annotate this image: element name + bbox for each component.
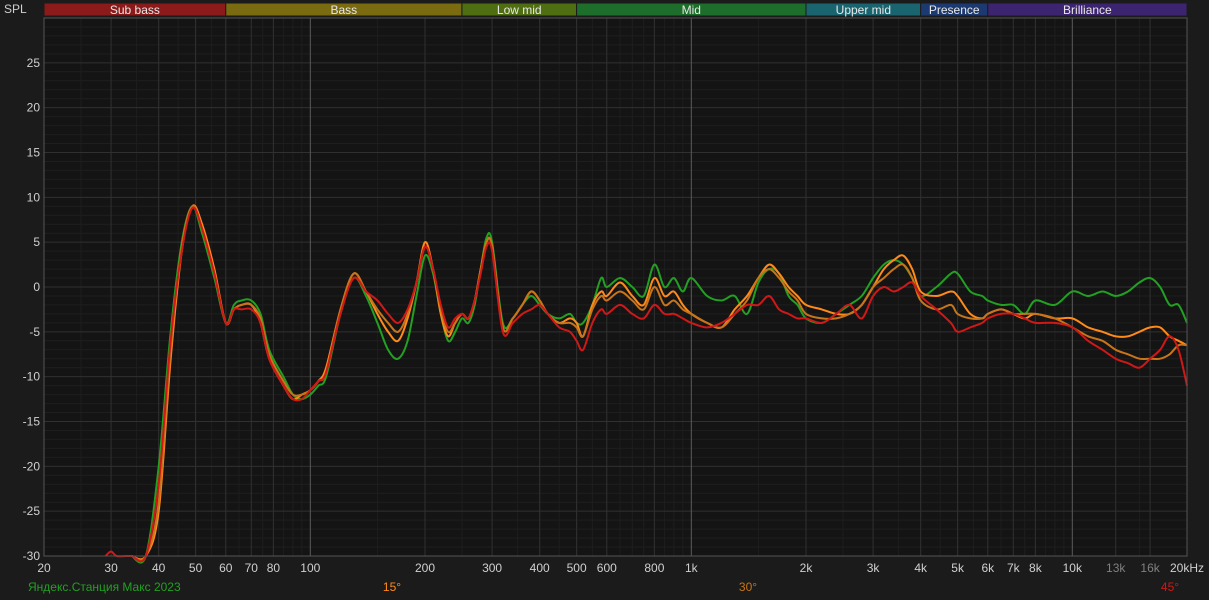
y-tick-label: 20 (27, 101, 41, 115)
x-tick-label: 500 (567, 561, 587, 575)
legend-entry: 30° (739, 580, 757, 594)
x-tick-label: 600 (597, 561, 617, 575)
frequency-response-chart: Sub bass Bass Low mid Mid Upper mid Presence B… (0, 0, 1209, 600)
x-tick-label: 80 (267, 561, 281, 575)
y-tick-label: 15 (27, 146, 41, 160)
x-tick-label: 20 (37, 561, 51, 575)
x-tick-label: 20kHz (1170, 561, 1204, 575)
y-tick-label: -10 (23, 370, 41, 384)
x-tick-label: 1k (685, 561, 699, 575)
x-tick-label: 30 (104, 561, 118, 575)
band-label: Sub bass (110, 3, 160, 17)
x-tick-label: 300 (482, 561, 502, 575)
x-tick-label: 5k (951, 561, 965, 575)
x-tick-label: 16k (1140, 561, 1160, 575)
frequency-bands: Sub bass Bass Low mid Mid Upper mid Presence B… (43, 2, 1188, 17)
legend-entry: Яндекс.Станция Макс 2023 (28, 580, 181, 594)
x-tick-label: 100 (300, 561, 320, 575)
x-tick-label: 2k (800, 561, 814, 575)
y-tick-label: 0 (33, 280, 40, 294)
legend-entry: 15° (383, 580, 401, 594)
x-tick-label: 800 (644, 561, 664, 575)
y-tick-label: -5 (29, 325, 40, 339)
x-tick-label: 400 (530, 561, 550, 575)
y-tick-label: 10 (27, 190, 41, 204)
y-tick-label: 25 (27, 56, 41, 70)
band-label: Upper mid (836, 3, 891, 17)
band-label: Brilliance (1063, 3, 1112, 17)
y-tick-label: -20 (23, 459, 41, 473)
x-tick-label: 10k (1063, 561, 1083, 575)
x-tick-label: 200 (415, 561, 435, 575)
x-tick-label: 40 (152, 561, 166, 575)
band-label: Mid (682, 3, 701, 17)
x-tick-label: 50 (189, 561, 203, 575)
y-axis-label: SPL (4, 2, 27, 16)
x-tick-label: 8k (1029, 561, 1043, 575)
legend-entry: 45° (1161, 580, 1179, 594)
x-tick-label: 70 (245, 561, 259, 575)
y-tick-label: -15 (23, 415, 41, 429)
x-tick-label: 13k (1106, 561, 1126, 575)
x-tick-label: 3k (867, 561, 881, 575)
x-tick-label: 6k (981, 561, 995, 575)
band-label: Presence (929, 3, 980, 17)
band-label: Low mid (497, 3, 542, 17)
x-tick-label: 60 (219, 561, 233, 575)
y-tick-label: -25 (23, 504, 41, 518)
x-tick-label: 4k (914, 561, 928, 575)
band-label: Bass (331, 3, 358, 17)
y-tick-label: 5 (33, 235, 40, 249)
x-tick-label: 7k (1007, 561, 1021, 575)
